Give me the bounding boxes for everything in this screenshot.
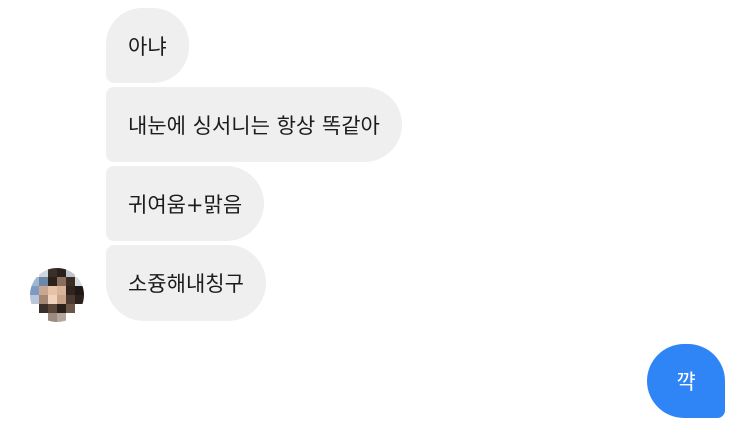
avatar-pixel <box>66 304 75 313</box>
avatar-pixel <box>75 295 84 304</box>
avatar-pixel <box>30 304 39 313</box>
avatar-pixel <box>30 286 39 295</box>
avatar-pixel <box>39 268 48 277</box>
avatar-pixel <box>39 277 48 286</box>
avatar-pixel <box>75 277 84 286</box>
avatar-pixel <box>48 313 57 322</box>
sender-avatar[interactable] <box>30 268 84 322</box>
received-message-bubble[interactable]: 귀여움+맑음 <box>106 166 265 241</box>
avatar-pixel <box>66 286 75 295</box>
sent-message-bubble[interactable]: 꺅 <box>647 344 725 418</box>
avatar-pixel <box>66 295 75 304</box>
avatar-pixel <box>48 277 57 286</box>
avatar-pixel <box>75 304 84 313</box>
avatar-pixel <box>39 295 48 304</box>
avatar-pixel <box>30 313 39 322</box>
avatar-pixel <box>30 295 39 304</box>
avatar-pixel <box>75 268 84 277</box>
avatar-pixel <box>75 286 84 295</box>
received-message-bubble[interactable]: 아냐 <box>106 8 189 83</box>
avatar-pixel <box>75 313 84 322</box>
avatar-pixel <box>48 295 57 304</box>
avatar-pixel <box>57 313 66 322</box>
received-message-bubble[interactable]: 소즁해내칭구 <box>106 245 266 321</box>
avatar-pixel <box>30 277 39 286</box>
received-message-bubble[interactable]: 내눈에 싱서니는 항상 똑같아 <box>106 87 402 162</box>
avatar-pixel <box>57 286 66 295</box>
avatar-pixel <box>66 277 75 286</box>
avatar-pixel <box>57 268 66 277</box>
avatar-pixel <box>48 286 57 295</box>
avatar-pixel <box>39 304 48 313</box>
avatar-pixel <box>30 268 39 277</box>
avatar-pixel <box>57 295 66 304</box>
avatar-pixel <box>57 277 66 286</box>
avatar-pixel <box>57 304 66 313</box>
avatar-pixel <box>48 304 57 313</box>
avatar-pixel <box>39 286 48 295</box>
avatar-pixel <box>48 268 57 277</box>
chat-thread: 아냐 내눈에 싱서니는 항상 똑같아 귀여움+맑음 소즁해내칭구 꺅 <box>0 0 740 422</box>
avatar-pixel <box>39 313 48 322</box>
avatar-pixel <box>66 268 75 277</box>
avatar-pixel <box>66 313 75 322</box>
